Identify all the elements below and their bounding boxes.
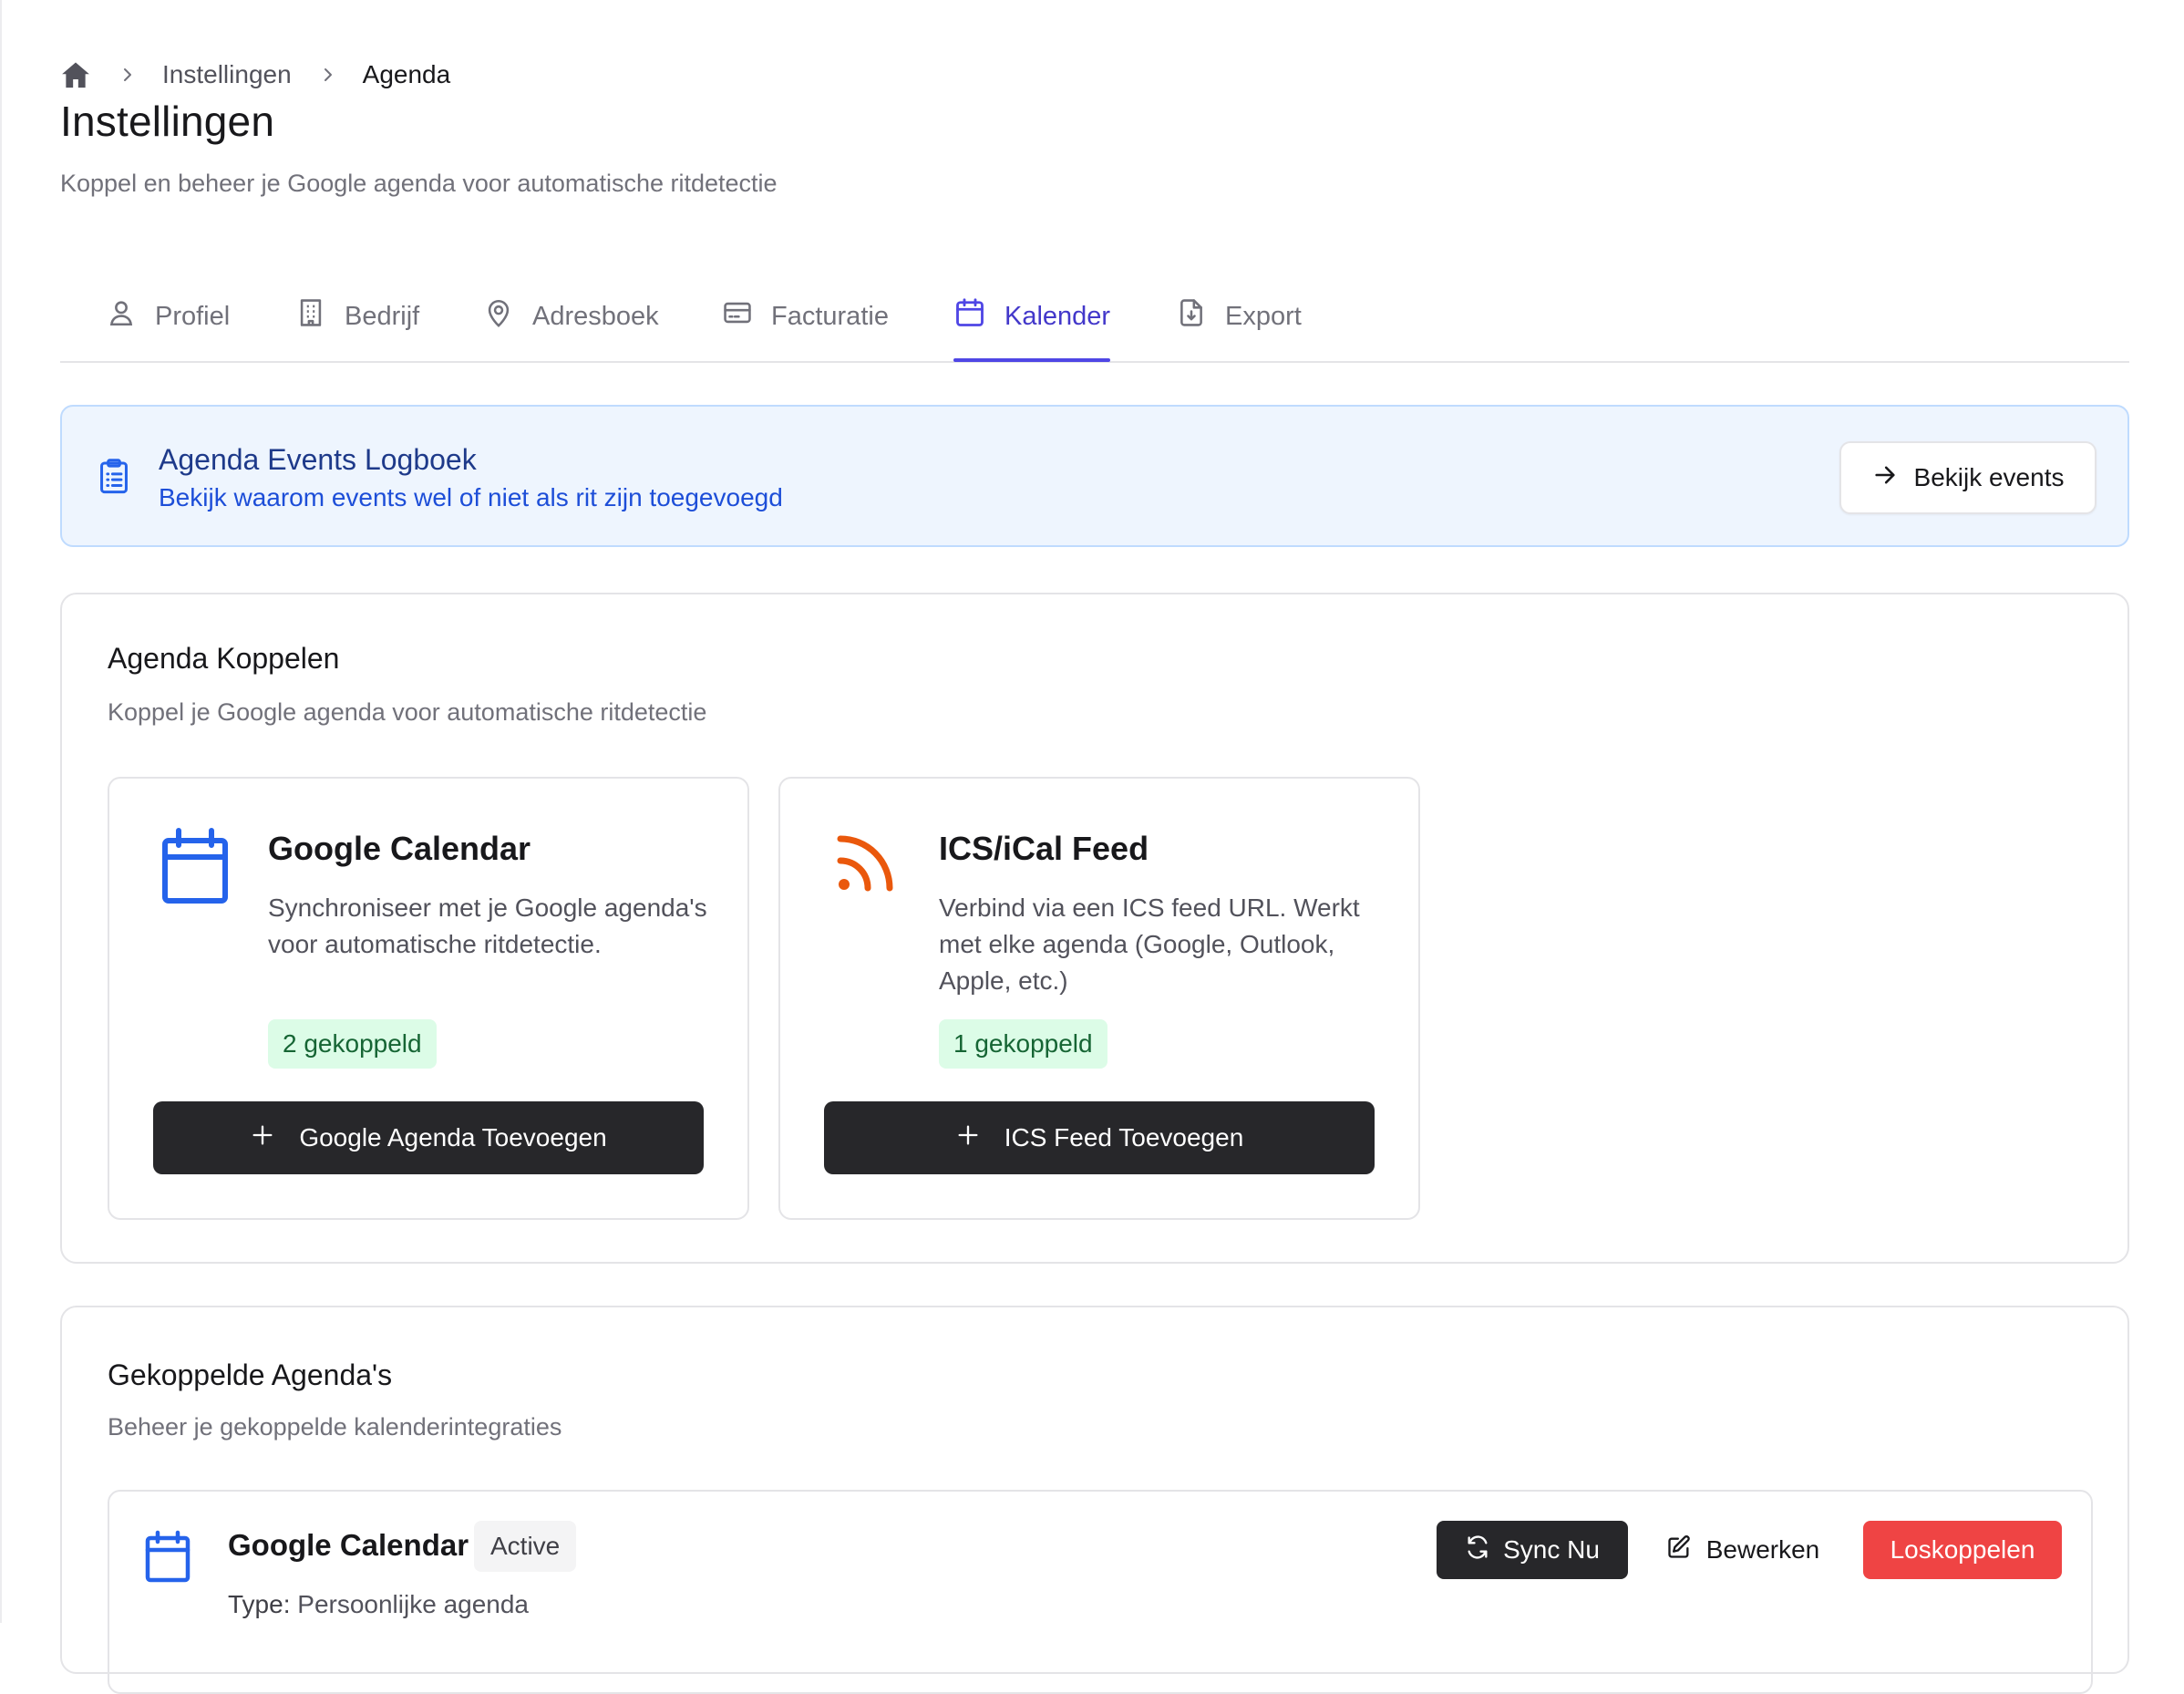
chevron-right-icon (118, 64, 140, 86)
add-ics-feed-button[interactable]: ICS Feed Toevoegen (824, 1101, 1375, 1174)
calendar-type: Type: Persoonlijke agenda (228, 1590, 529, 1619)
tab-bedrijf[interactable]: Bedrijf (295, 288, 419, 345)
edit-icon (1666, 1534, 1706, 1566)
calendar-name: Google Calendar (228, 1528, 469, 1562)
linked-calendar-row: Google Calendar Active Type: Persoonlijk… (108, 1490, 2093, 1694)
button-label: ICS Feed Toevoegen (1004, 1123, 1244, 1152)
page-edge (0, 0, 2, 1623)
rss-icon (831, 828, 901, 902)
plus-icon (250, 1122, 299, 1154)
calendar-type-value: Persoonlijke agenda (297, 1590, 530, 1618)
edit-label: Bewerken (1705, 1535, 1820, 1564)
card-subtitle: Koppel je Google agenda voor automatisch… (108, 698, 707, 726)
home-icon[interactable] (60, 59, 91, 90)
provider-description: Verbind via een ICS feed URL. Werkt met … (939, 893, 1360, 995)
file-download-icon (1176, 297, 1225, 336)
breadcrumb-item-agenda: Agenda (362, 60, 451, 88)
add-google-calendar-button[interactable]: Google Agenda Toevoegen (153, 1101, 704, 1174)
page-title: Instellingen (60, 98, 275, 145)
events-log-banner: Agenda Events Logboek Bekijk waarom even… (60, 405, 2129, 547)
sync-now-button[interactable]: Sync Nu (1437, 1521, 1628, 1579)
linked-count-badge: 2 gekoppeld (268, 1019, 437, 1069)
provider-ics-feed: ICS/iCal Feed Verbind via een ICS feed U… (778, 777, 1420, 1220)
card-title: Gekoppelde Agenda's (108, 1358, 393, 1391)
view-events-button[interactable]: Bekijk events (1839, 441, 2096, 514)
tab-adresboek[interactable]: Adresboek (483, 288, 659, 345)
banner-subtitle: Bekijk waarom events wel of niet als rit… (159, 483, 783, 511)
arrow-right-icon (1872, 462, 1914, 494)
provider-title: Google Calendar (268, 830, 531, 867)
view-events-label: Bekijk events (1913, 463, 2065, 491)
linked-calendars-card: Gekoppelde Agenda's Beheer je gekoppelde… (60, 1306, 2129, 1694)
chevron-right-icon (319, 64, 341, 86)
settings-tabs: Profiel Bedrijf Adresboek Facturatie Kal… (60, 274, 2129, 363)
sync-now-label: Sync Nu (1503, 1535, 1600, 1564)
map-pin-icon (483, 297, 532, 336)
tab-label: Bedrijf (345, 301, 420, 331)
google-calendar-icon (160, 828, 230, 909)
tab-facturatie[interactable]: Facturatie (722, 288, 889, 345)
user-icon (106, 297, 155, 336)
tab-profiel[interactable]: Profiel (106, 288, 230, 345)
banner-title: Agenda Events Logboek (159, 443, 477, 476)
tab-label: Export (1225, 301, 1302, 331)
provider-title: ICS/iCal Feed (939, 830, 1149, 867)
breadcrumb-item-instellingen[interactable]: Instellingen (162, 60, 292, 89)
tab-export[interactable]: Export (1176, 288, 1302, 345)
edit-button[interactable]: Bewerken (1659, 1521, 1827, 1579)
plus-icon (955, 1122, 1004, 1154)
page-subtitle: Koppel en beheer je Google agenda voor a… (60, 170, 778, 197)
card-title: Agenda Koppelen (108, 642, 340, 675)
provider-description: Synchroniseer met je Google agenda's voo… (268, 893, 707, 958)
refresh-icon (1465, 1534, 1503, 1566)
building-icon (295, 297, 345, 336)
status-badge: Active (474, 1521, 577, 1572)
tab-label: Adresboek (532, 301, 659, 331)
connect-calendar-card: Agenda Koppelen Koppel je Google agenda … (60, 593, 2129, 1264)
clipboard-list-icon (97, 458, 131, 501)
provider-google-calendar: Google Calendar Synchroniseer met je Goo… (108, 777, 749, 1220)
calendar-icon (144, 1530, 191, 1587)
linked-count-badge: 1 gekoppeld (939, 1019, 1107, 1069)
calendar-icon (953, 296, 1004, 336)
card-subtitle: Beheer je gekoppelde kalenderintegraties (108, 1413, 562, 1441)
button-label: Google Agenda Toevoegen (299, 1123, 607, 1152)
tab-label: Kalender (1004, 301, 1111, 331)
tab-kalender[interactable]: Kalender (953, 288, 1111, 362)
tab-label: Facturatie (771, 301, 889, 331)
calendar-type-label: Type: (228, 1590, 291, 1618)
credit-card-icon (722, 297, 771, 336)
disconnect-button[interactable]: Loskoppelen (1863, 1521, 2062, 1579)
tab-label: Profiel (155, 301, 231, 331)
breadcrumb: Instellingen Agenda (60, 57, 450, 93)
